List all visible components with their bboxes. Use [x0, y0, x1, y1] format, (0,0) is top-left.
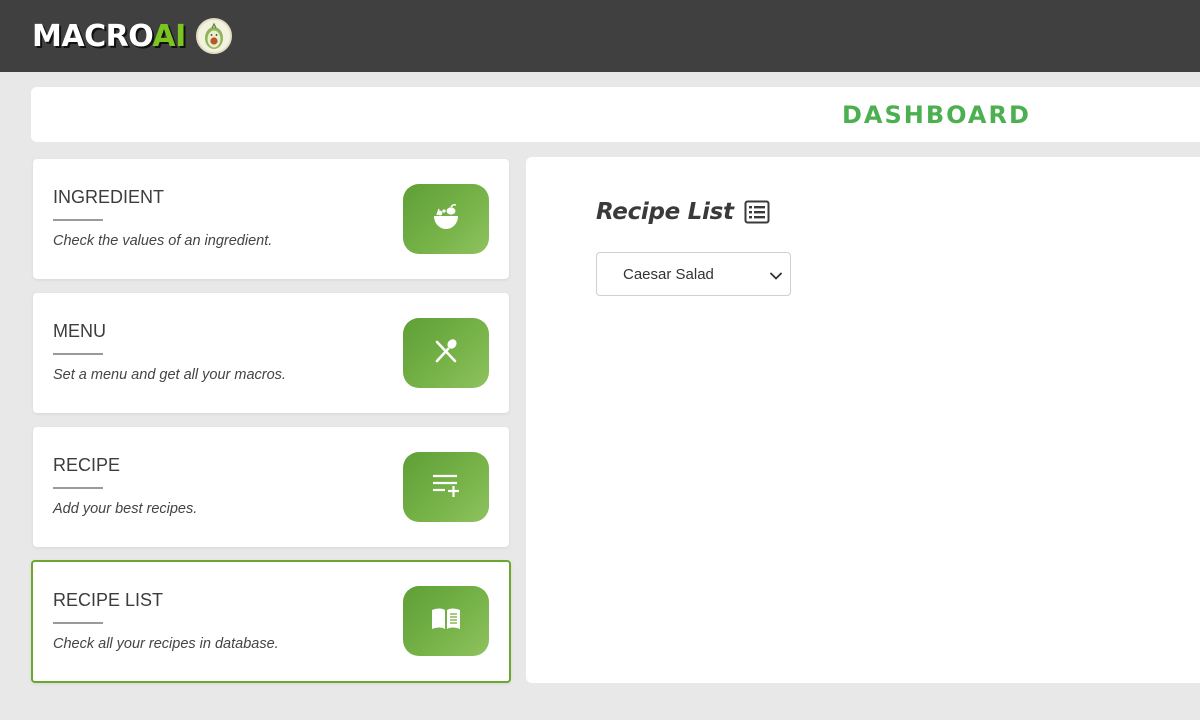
salad-bowl-icon [431, 203, 461, 235]
chevron-down-icon [770, 265, 782, 284]
avocado-icon [195, 18, 232, 54]
page-title: DASHBOARD [842, 101, 1031, 129]
card-title: MENU [53, 321, 106, 341]
recipe-list-panel: Recipe List Caesar Salad [526, 157, 1200, 683]
recipe-select[interactable]: Caesar Salad [596, 252, 791, 296]
card-description: Set a menu and get all your macros. [53, 367, 286, 383]
card-recipe[interactable]: RECIPE Add your best recipes. [33, 427, 509, 547]
recipe-button[interactable] [403, 452, 489, 522]
card-recipe-list[interactable]: RECIPE LIST Check all your recipes in da… [31, 560, 511, 683]
panel-heading: Recipe List [596, 199, 770, 225]
list-add-icon [431, 472, 461, 502]
recipe-list-button[interactable] [403, 586, 489, 656]
list-icon [744, 200, 770, 224]
card-description: Check all your recipes in database. [53, 636, 279, 652]
card-menu[interactable]: MENU Set a menu and get all your macros. [33, 293, 509, 413]
top-navbar: MACROAI [0, 0, 1200, 72]
card-divider [53, 487, 103, 489]
card-divider [53, 353, 103, 355]
card-description: Check the values of an ingredient. [53, 233, 273, 249]
recipe-select-value: Caesar Salad [623, 265, 714, 283]
fork-spoon-icon [432, 337, 460, 369]
card-title: INGREDIENT [53, 187, 165, 207]
logo-text-accent: AI [152, 18, 186, 54]
card-divider [53, 219, 103, 221]
ingredient-button[interactable] [403, 184, 489, 254]
card-title: RECIPE [53, 455, 121, 475]
open-book-icon [431, 607, 461, 635]
logo-text: MACROAI [32, 19, 186, 54]
card-description: Add your best recipes. [53, 501, 198, 517]
logo-text-main: MACRO [32, 18, 153, 54]
dashboard-header: DASHBOARD [31, 87, 1200, 142]
card-ingredient[interactable]: INGREDIENT Check the values of an ingred… [33, 159, 509, 279]
card-title: RECIPE LIST [53, 590, 164, 610]
app-logo[interactable]: MACROAI [32, 16, 232, 56]
menu-button[interactable] [403, 318, 489, 388]
card-divider [53, 622, 103, 624]
panel-title: Recipe List [596, 199, 734, 225]
